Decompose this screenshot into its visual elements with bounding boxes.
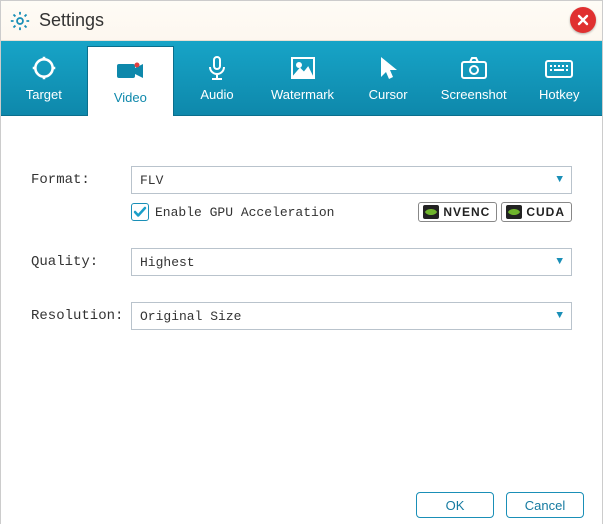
format-row: Format: FLV ▼ bbox=[31, 166, 572, 194]
cuda-badge: CUDA bbox=[501, 202, 572, 222]
cuda-text: CUDA bbox=[526, 205, 565, 219]
format-label: Format: bbox=[31, 172, 131, 188]
resolution-value: Original Size bbox=[140, 309, 241, 324]
video-icon bbox=[115, 58, 145, 84]
tab-label: Hotkey bbox=[539, 87, 579, 102]
gpu-row: Enable GPU Acceleration NVENC CUDA bbox=[131, 202, 572, 222]
tab-label: Audio bbox=[200, 87, 233, 102]
tab-label: Watermark bbox=[271, 87, 334, 102]
quality-select[interactable]: Highest ▼ bbox=[131, 248, 572, 276]
cancel-label: Cancel bbox=[525, 498, 565, 513]
close-button[interactable] bbox=[570, 7, 596, 33]
quality-row: Quality: Highest ▼ bbox=[31, 248, 572, 276]
hotkey-icon bbox=[544, 55, 574, 81]
quality-label: Quality: bbox=[31, 254, 131, 270]
audio-icon bbox=[202, 55, 232, 81]
tab-hotkey[interactable]: Hotkey bbox=[516, 41, 602, 115]
ok-label: OK bbox=[446, 498, 465, 513]
tab-bar: Target Video Audio Watermark Cursor Scre… bbox=[1, 41, 602, 116]
resolution-label: Resolution: bbox=[31, 308, 131, 324]
gpu-checkbox[interactable] bbox=[131, 203, 149, 221]
nvenc-text: NVENC bbox=[443, 205, 490, 219]
tab-target[interactable]: Target bbox=[1, 41, 87, 115]
nvenc-badge: NVENC bbox=[418, 202, 497, 222]
gpu-checkbox-label: Enable GPU Acceleration bbox=[155, 205, 334, 220]
tab-audio[interactable]: Audio bbox=[174, 41, 260, 115]
nvidia-eye-icon bbox=[506, 205, 522, 219]
resolution-row: Resolution: Original Size ▼ bbox=[31, 302, 572, 330]
cursor-icon bbox=[373, 55, 403, 81]
window-title: Settings bbox=[39, 10, 104, 31]
resolution-select[interactable]: Original Size ▼ bbox=[131, 302, 572, 330]
nvidia-eye-icon bbox=[423, 205, 439, 219]
tab-cursor[interactable]: Cursor bbox=[345, 41, 431, 115]
watermark-icon bbox=[288, 55, 318, 81]
quality-value: Highest bbox=[140, 255, 195, 270]
tab-screenshot[interactable]: Screenshot bbox=[431, 41, 517, 115]
tab-label: Cursor bbox=[369, 87, 408, 102]
titlebar: Settings bbox=[1, 1, 602, 41]
tab-label: Screenshot bbox=[441, 87, 507, 102]
settings-panel: Format: FLV ▼ Enable GPU Acceleration NV… bbox=[1, 116, 602, 485]
chevron-down-icon: ▼ bbox=[556, 256, 563, 268]
tab-watermark[interactable]: Watermark bbox=[260, 41, 346, 115]
chevron-down-icon: ▼ bbox=[556, 174, 563, 186]
ok-button[interactable]: OK bbox=[416, 492, 494, 518]
tab-video[interactable]: Video bbox=[87, 46, 175, 116]
screenshot-icon bbox=[459, 55, 489, 81]
tab-label: Video bbox=[114, 90, 147, 105]
tab-label: Target bbox=[26, 87, 62, 102]
gpu-badges: NVENC CUDA bbox=[418, 202, 572, 222]
format-value: FLV bbox=[140, 173, 163, 188]
format-select[interactable]: FLV ▼ bbox=[131, 166, 572, 194]
target-icon bbox=[29, 55, 59, 81]
cancel-button[interactable]: Cancel bbox=[506, 492, 584, 518]
chevron-down-icon: ▼ bbox=[556, 310, 563, 322]
footer: OK Cancel bbox=[1, 485, 602, 524]
gear-icon bbox=[9, 10, 31, 32]
